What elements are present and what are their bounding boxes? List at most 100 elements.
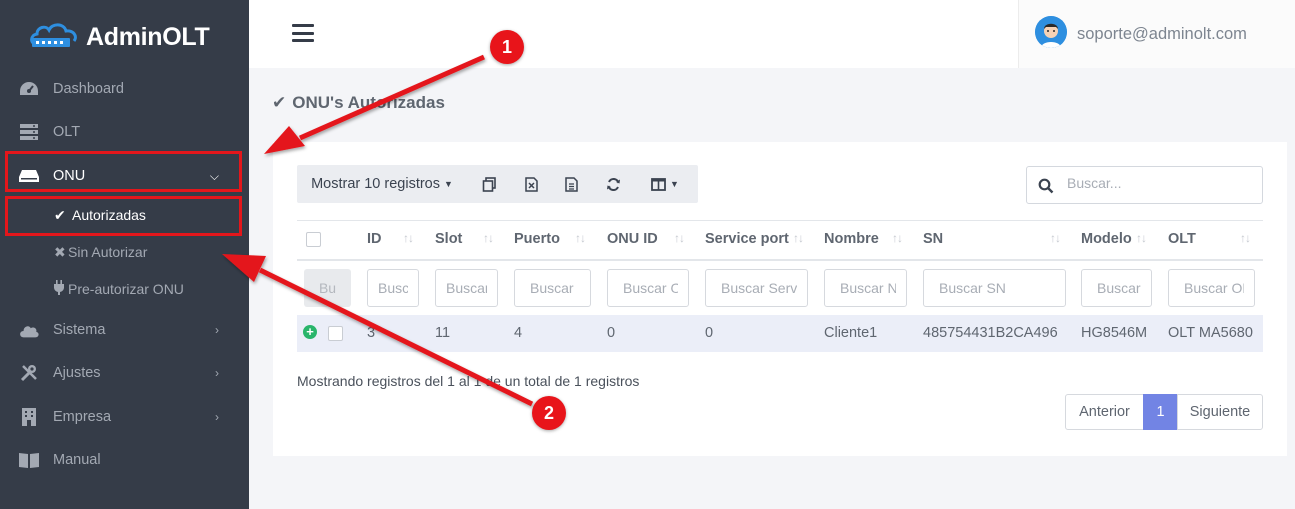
column-header-slot[interactable]: Slot <box>435 231 462 247</box>
column-header-id[interactable]: ID <box>367 231 382 247</box>
brand-logo[interactable]: AdminOLT <box>28 18 210 56</box>
pagination-page-1[interactable]: 1 <box>1143 394 1178 430</box>
cell-nombre: Cliente1 <box>824 325 878 341</box>
column-header-service-port[interactable]: Service port <box>705 231 789 247</box>
columns-icon <box>651 177 666 191</box>
column-header-olt[interactable]: OLT <box>1168 231 1196 247</box>
refresh-icon <box>606 177 620 191</box>
table-info: Mostrando registros del 1 al 1 de un tot… <box>297 373 640 389</box>
sidebar-item-label: Dashboard <box>53 81 124 97</box>
sidebar-subitem-pre-autorizar[interactable]: Pre-autorizar ONU <box>0 272 249 306</box>
annotation-highlight-onu <box>5 151 242 192</box>
sidebar: AdminOLT Dashboard OLT ONU ⌵ ✔ Autorizad… <box>0 0 249 509</box>
top-header: soporte@adminolt.com <box>249 0 1295 68</box>
plug-icon <box>54 280 64 298</box>
page-title-text: ONU's Autorizadas <box>292 93 445 112</box>
pagination-next-button[interactable]: Siguiente <box>1177 394 1263 430</box>
cell-puerto: 4 <box>514 325 523 341</box>
search-input[interactable] <box>1067 175 1252 191</box>
filter-reset-button[interactable]: Bu <box>304 269 351 307</box>
filter-sn-input[interactable] <box>923 269 1066 307</box>
cell-modelo: HG8546M <box>1081 325 1148 341</box>
page-length-label: Mostrar 10 registros <box>311 176 440 192</box>
sort-icon: ↑↓ <box>1050 231 1061 245</box>
annotation-badge-1: 1 <box>490 30 524 64</box>
filter-slot-input[interactable] <box>435 269 498 307</box>
server-icon <box>19 123 39 141</box>
sidebar-item-ajustes[interactable]: Ajustes › <box>0 353 249 393</box>
sidebar-item-manual[interactable]: Manual <box>0 440 249 480</box>
sidebar-subitem-sin-autorizar[interactable]: ✖ Sin Autorizar <box>0 235 249 269</box>
filter-id-input[interactable] <box>367 269 419 307</box>
export-excel-button[interactable] <box>517 165 545 203</box>
table-top-border <box>297 220 1263 221</box>
search-icon <box>1038 178 1054 194</box>
excel-file-icon <box>524 176 538 192</box>
user-menu[interactable]: soporte@adminolt.com <box>1018 0 1295 68</box>
sidebar-item-olt[interactable]: OLT <box>0 112 249 152</box>
column-header-onu-id[interactable]: ONU ID <box>607 231 658 247</box>
avatar <box>1035 16 1067 48</box>
annotation-badge-2: 2 <box>532 396 566 430</box>
sidebar-item-label: Empresa <box>53 409 112 425</box>
column-header-puerto[interactable]: Puerto <box>514 231 560 247</box>
filter-nombre-input[interactable] <box>824 269 907 307</box>
cloud-router-logo-icon <box>30 23 77 47</box>
chevron-right-icon: › <box>215 366 219 380</box>
filter-service-port-input[interactable] <box>705 269 808 307</box>
chevron-right-icon: › <box>215 323 219 337</box>
column-visibility-button[interactable]: ▼ <box>643 165 687 203</box>
column-header-modelo[interactable]: Modelo <box>1081 231 1132 247</box>
annotation-highlight-autorizadas <box>5 196 242 236</box>
book-icon <box>19 451 39 469</box>
sidebar-item-dashboard[interactable]: Dashboard <box>0 69 249 109</box>
filter-puerto-input[interactable] <box>514 269 591 307</box>
page-length-dropdown[interactable]: Mostrar 10 registros ▼ <box>297 165 467 203</box>
copy-button[interactable] <box>475 165 503 203</box>
copy-icon <box>482 176 496 192</box>
user-email: soporte@adminolt.com <box>1077 24 1247 43</box>
chevron-right-icon: › <box>215 410 219 424</box>
menu-toggle-icon[interactable] <box>292 24 314 42</box>
brand-name: AdminOLT <box>86 22 210 51</box>
refresh-button[interactable] <box>599 165 627 203</box>
export-csv-button[interactable] <box>557 165 585 203</box>
sort-icon: ↑↓ <box>483 231 494 245</box>
expand-row-icon[interactable]: + <box>303 325 317 339</box>
file-text-icon <box>564 176 578 192</box>
sort-icon: ↑↓ <box>403 231 414 245</box>
cell-id: 3 <box>367 325 376 341</box>
sort-icon: ↑↓ <box>575 231 586 245</box>
pagination-prev-button[interactable]: Anterior <box>1065 394 1144 430</box>
cell-sn: 485754431B2CA496 <box>923 325 1058 341</box>
tools-icon <box>19 364 39 382</box>
cell-onu-id: 0 <box>607 325 616 341</box>
sort-icon: ↑↓ <box>1136 231 1147 245</box>
sort-icon: ↑↓ <box>1240 231 1251 245</box>
sort-icon: ↑↓ <box>892 231 903 245</box>
x-icon: ✖ <box>54 243 66 260</box>
sidebar-item-sistema[interactable]: Sistema › <box>0 310 249 350</box>
caret-down-icon: ▼ <box>444 179 453 189</box>
table-search <box>1026 166 1263 204</box>
cloud-icon <box>19 321 39 339</box>
filter-onu-id-input[interactable] <box>607 269 689 307</box>
cell-olt: OLT MA5680 <box>1168 325 1253 341</box>
sidebar-item-label: Manual <box>53 452 101 468</box>
filter-olt-input[interactable] <box>1168 269 1255 307</box>
sidebar-item-label: Ajustes <box>53 365 101 381</box>
table-header-border <box>297 259 1263 261</box>
sidebar-subitem-label: Sin Autorizar <box>68 244 148 260</box>
cell-service-port: 0 <box>705 325 714 341</box>
sort-icon: ↑↓ <box>793 231 804 245</box>
filter-modelo-input[interactable] <box>1081 269 1152 307</box>
page-title: ✔ ONU's Autorizadas <box>272 93 445 113</box>
table-toolbar: Mostrar 10 registros ▼ ▼ <box>297 165 698 203</box>
row-checkbox[interactable] <box>328 326 343 341</box>
sidebar-subitem-label: Pre-autorizar ONU <box>68 281 184 297</box>
sort-icon: ↑↓ <box>674 231 685 245</box>
sidebar-item-empresa[interactable]: Empresa › <box>0 397 249 437</box>
column-header-sn[interactable]: SN <box>923 231 943 247</box>
column-header-nombre[interactable]: Nombre <box>824 231 879 247</box>
select-all-checkbox[interactable] <box>306 232 321 247</box>
